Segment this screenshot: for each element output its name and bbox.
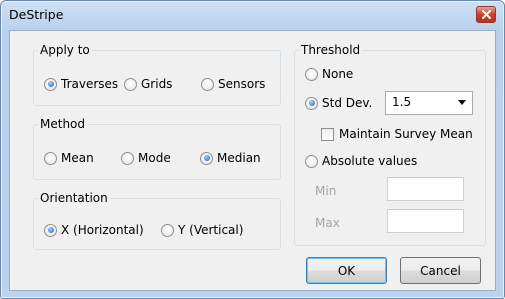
radio-median-label: Median <box>217 151 261 165</box>
chevron-down-icon <box>458 100 466 105</box>
cancel-button-label: Cancel <box>420 263 461 278</box>
apply-to-group: Apply to Traverses Grids Sensors <box>33 43 281 106</box>
std-dev-dropdown[interactable]: 1.5 <box>385 91 473 115</box>
std-dev-value: 1.5 <box>392 95 412 109</box>
radio-median-indicator <box>200 151 213 165</box>
radio-mean[interactable]: Mean <box>44 151 94 165</box>
ok-button[interactable]: OK <box>306 257 387 284</box>
dialog-body: Apply to Traverses Grids Sensors Method … <box>9 30 496 291</box>
destripe-dialog: DeStripe Apply to Traverses Grids Sensor… <box>0 0 505 299</box>
radio-sensors[interactable]: Sensors <box>201 77 265 91</box>
radio-mode[interactable]: Mode <box>121 151 171 165</box>
radio-y-vertical-indicator <box>161 223 174 237</box>
cancel-button[interactable]: Cancel <box>400 257 481 284</box>
method-label: Method <box>38 117 88 131</box>
threshold-group: Threshold None Std Dev. 1.5 Maintain Sur… <box>294 43 486 246</box>
radio-absolute-values-label: Absolute values <box>322 154 418 168</box>
radio-std-dev-indicator <box>305 96 318 110</box>
radio-absolute-values-indicator <box>305 154 318 168</box>
radio-median[interactable]: Median <box>200 151 261 165</box>
radio-mean-indicator <box>44 151 57 165</box>
maintain-survey-mean-box <box>321 127 334 141</box>
radio-grids-label: Grids <box>141 77 173 91</box>
window-title: DeStripe <box>9 7 64 22</box>
radio-y-vertical[interactable]: Y (Vertical) <box>161 223 243 237</box>
min-input[interactable] <box>387 177 464 201</box>
close-icon <box>482 10 491 19</box>
radio-none[interactable]: None <box>305 67 353 81</box>
radio-mean-label: Mean <box>61 151 94 165</box>
title-bar[interactable]: DeStripe <box>1 1 504 29</box>
radio-grids-indicator <box>124 77 137 91</box>
radio-y-vertical-label: Y (Vertical) <box>178 223 244 237</box>
orientation-group: Orientation X (Horizontal) Y (Vertical) <box>33 191 281 250</box>
method-group: Method Mean Mode Median <box>33 117 281 180</box>
radio-std-dev[interactable]: Std Dev. <box>305 96 372 110</box>
radio-x-horizontal-label: X (Horizontal) <box>61 223 144 237</box>
maintain-survey-mean-label: Maintain Survey Mean <box>339 127 473 141</box>
radio-x-horizontal-indicator <box>44 223 57 237</box>
apply-to-label: Apply to <box>38 43 92 57</box>
maintain-survey-mean-checkbox[interactable]: Maintain Survey Mean <box>321 127 473 141</box>
radio-mode-label: Mode <box>138 151 171 165</box>
radio-sensors-label: Sensors <box>218 77 266 91</box>
radio-std-dev-label: Std Dev. <box>322 96 373 110</box>
close-button[interactable] <box>476 6 496 23</box>
radio-sensors-indicator <box>201 77 214 91</box>
radio-traverses-indicator <box>44 77 57 91</box>
radio-none-indicator <box>305 67 318 81</box>
threshold-label: Threshold <box>299 43 363 57</box>
radio-traverses[interactable]: Traverses <box>44 77 118 91</box>
min-label: Min <box>315 184 337 198</box>
radio-traverses-label: Traverses <box>61 77 119 91</box>
orientation-label: Orientation <box>38 191 110 205</box>
ok-button-label: OK <box>337 263 356 278</box>
radio-mode-indicator <box>121 151 134 165</box>
max-input[interactable] <box>387 209 464 233</box>
radio-none-label: None <box>322 67 354 81</box>
radio-x-horizontal[interactable]: X (Horizontal) <box>44 223 144 237</box>
max-label: Max <box>315 216 340 230</box>
radio-grids[interactable]: Grids <box>124 77 172 91</box>
radio-absolute-values[interactable]: Absolute values <box>305 154 417 168</box>
